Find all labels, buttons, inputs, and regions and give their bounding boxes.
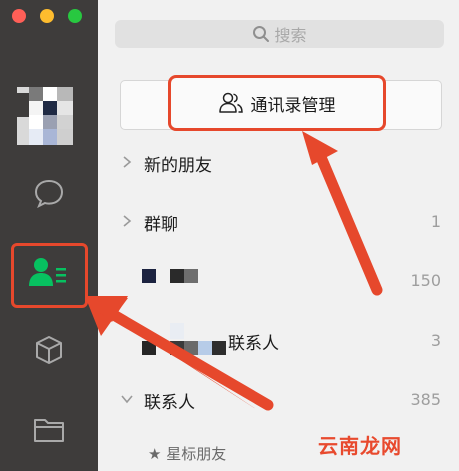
annotation-arrows — [85, 131, 383, 413]
watermark: 云南龙网 — [318, 434, 402, 458]
